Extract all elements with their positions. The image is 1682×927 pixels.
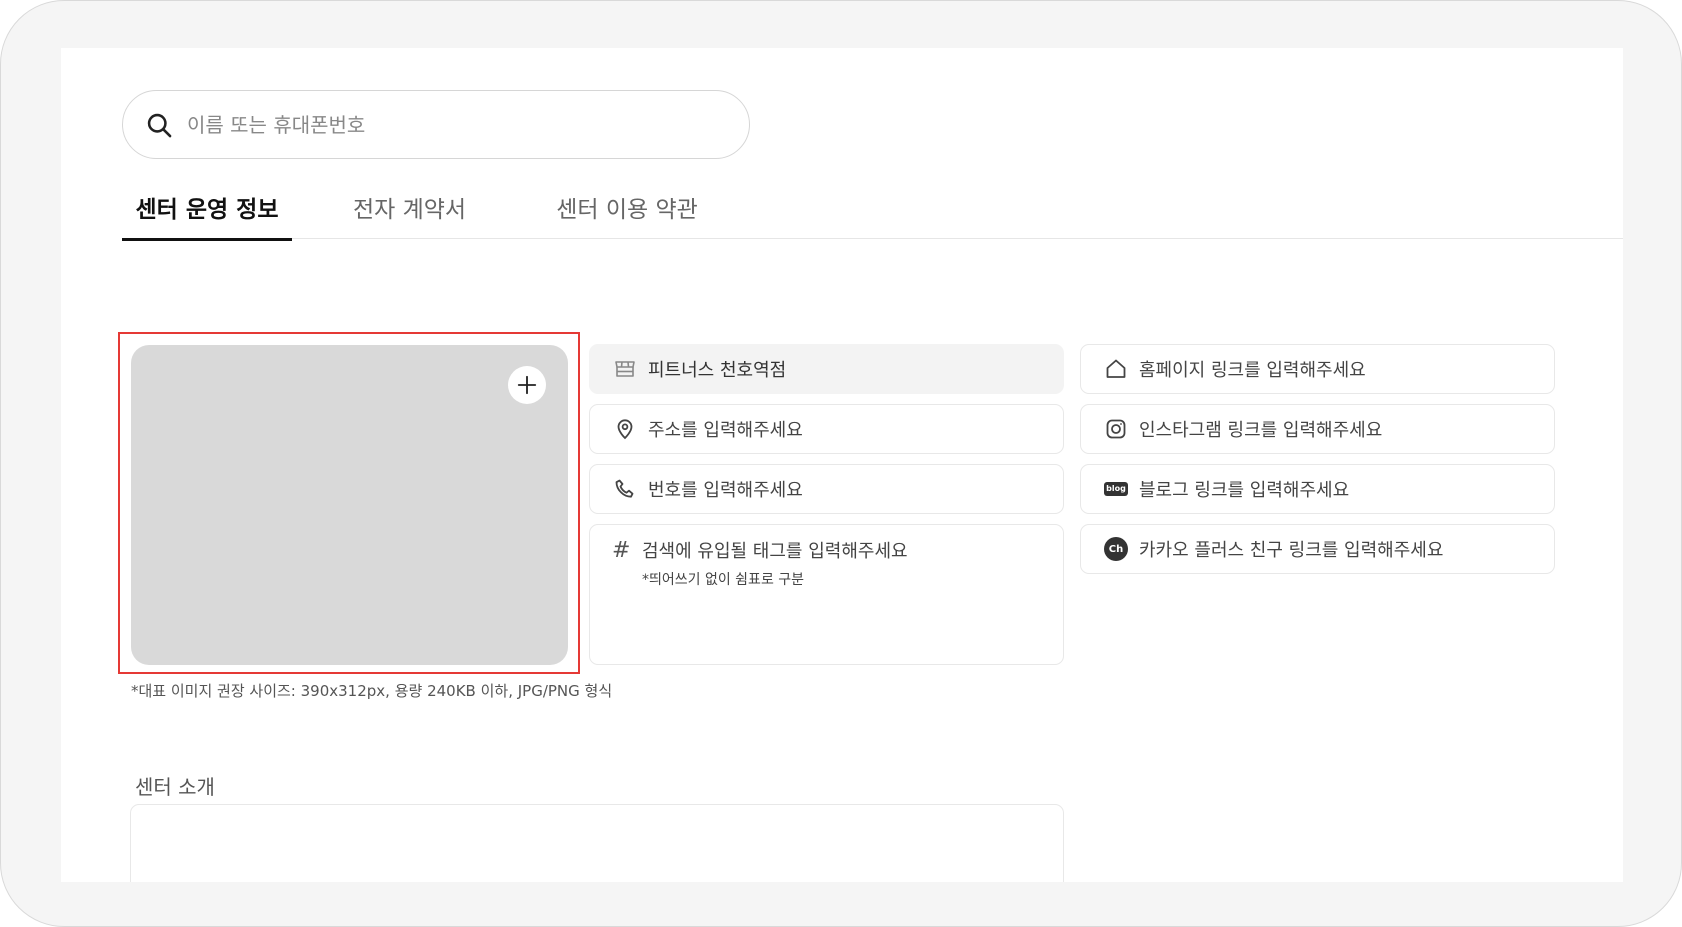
search-bar[interactable] — [122, 90, 750, 159]
window-frame: 센터 운영 정보 전자 계약서 센터 이용 약관 *대표 이미지 권장 사이즈:… — [0, 0, 1682, 927]
instagram-icon — [1103, 416, 1129, 442]
center-intro-textarea[interactable] — [130, 804, 1064, 882]
home-icon — [1103, 356, 1129, 382]
plus-icon — [517, 375, 537, 395]
tab-bar: 센터 운영 정보 전자 계약서 센터 이용 약관 — [122, 175, 1623, 241]
center-intro-label: 센터 소개 — [135, 775, 215, 799]
store-icon — [612, 356, 638, 382]
blog-field[interactable]: blog 블로그 링크를 입력해주세요 — [1080, 464, 1555, 514]
image-upload-highlight — [118, 332, 580, 674]
page-content: 센터 운영 정보 전자 계약서 센터 이용 약관 *대표 이미지 권장 사이즈:… — [61, 48, 1623, 882]
phone-icon — [612, 476, 638, 502]
blog-placeholder: 블로그 링크를 입력해주세요 — [1139, 480, 1350, 501]
image-upload-area[interactable] — [131, 345, 568, 665]
blog-icon: blog — [1103, 476, 1129, 502]
add-image-button[interactable] — [508, 366, 546, 404]
tab-terms[interactable]: 센터 이용 약관 — [527, 175, 727, 239]
tags-placeholder: 검색에 유입될 태그를 입력해주세요 — [642, 541, 908, 562]
hash-icon: # — [612, 537, 631, 563]
phone-field[interactable]: 번호를 입력해주세요 — [589, 464, 1064, 514]
instagram-field[interactable]: 인스타그램 링크를 입력해주세요 — [1080, 404, 1555, 454]
tab-e-contract[interactable]: 전자 계약서 — [292, 175, 527, 239]
kakao-badge: Ch — [1104, 537, 1128, 561]
kakao-channel-icon: Ch — [1103, 536, 1129, 562]
blog-badge: blog — [1104, 482, 1128, 496]
map-pin-icon — [612, 416, 638, 442]
center-name-field[interactable]: 피트너스 천호역점 — [589, 344, 1064, 394]
tab-center-info[interactable]: 센터 운영 정보 — [122, 175, 292, 241]
address-field[interactable]: 주소를 입력해주세요 — [589, 404, 1064, 454]
tags-hint: *띄어쓰기 없이 쉼표로 구분 — [642, 572, 805, 588]
phone-placeholder: 번호를 입력해주세요 — [648, 480, 803, 501]
image-size-note: *대표 이미지 권장 사이즈: 390x312px, 용량 240KB 이하, … — [131, 682, 613, 700]
instagram-placeholder: 인스타그램 링크를 입력해주세요 — [1139, 420, 1383, 441]
search-input[interactable] — [187, 112, 707, 137]
homepage-field[interactable]: 홈페이지 링크를 입력해주세요 — [1080, 344, 1555, 394]
tags-field[interactable]: # 검색에 유입될 태그를 입력해주세요 *띄어쓰기 없이 쉼표로 구분 — [589, 524, 1064, 665]
kakao-placeholder: 카카오 플러스 친구 링크를 입력해주세요 — [1139, 540, 1444, 561]
address-placeholder: 주소를 입력해주세요 — [648, 420, 803, 441]
center-name-value: 피트너스 천호역점 — [648, 360, 787, 381]
search-icon — [147, 113, 172, 137]
kakao-field[interactable]: Ch 카카오 플러스 친구 링크를 입력해주세요 — [1080, 524, 1555, 574]
homepage-placeholder: 홈페이지 링크를 입력해주세요 — [1139, 360, 1366, 381]
